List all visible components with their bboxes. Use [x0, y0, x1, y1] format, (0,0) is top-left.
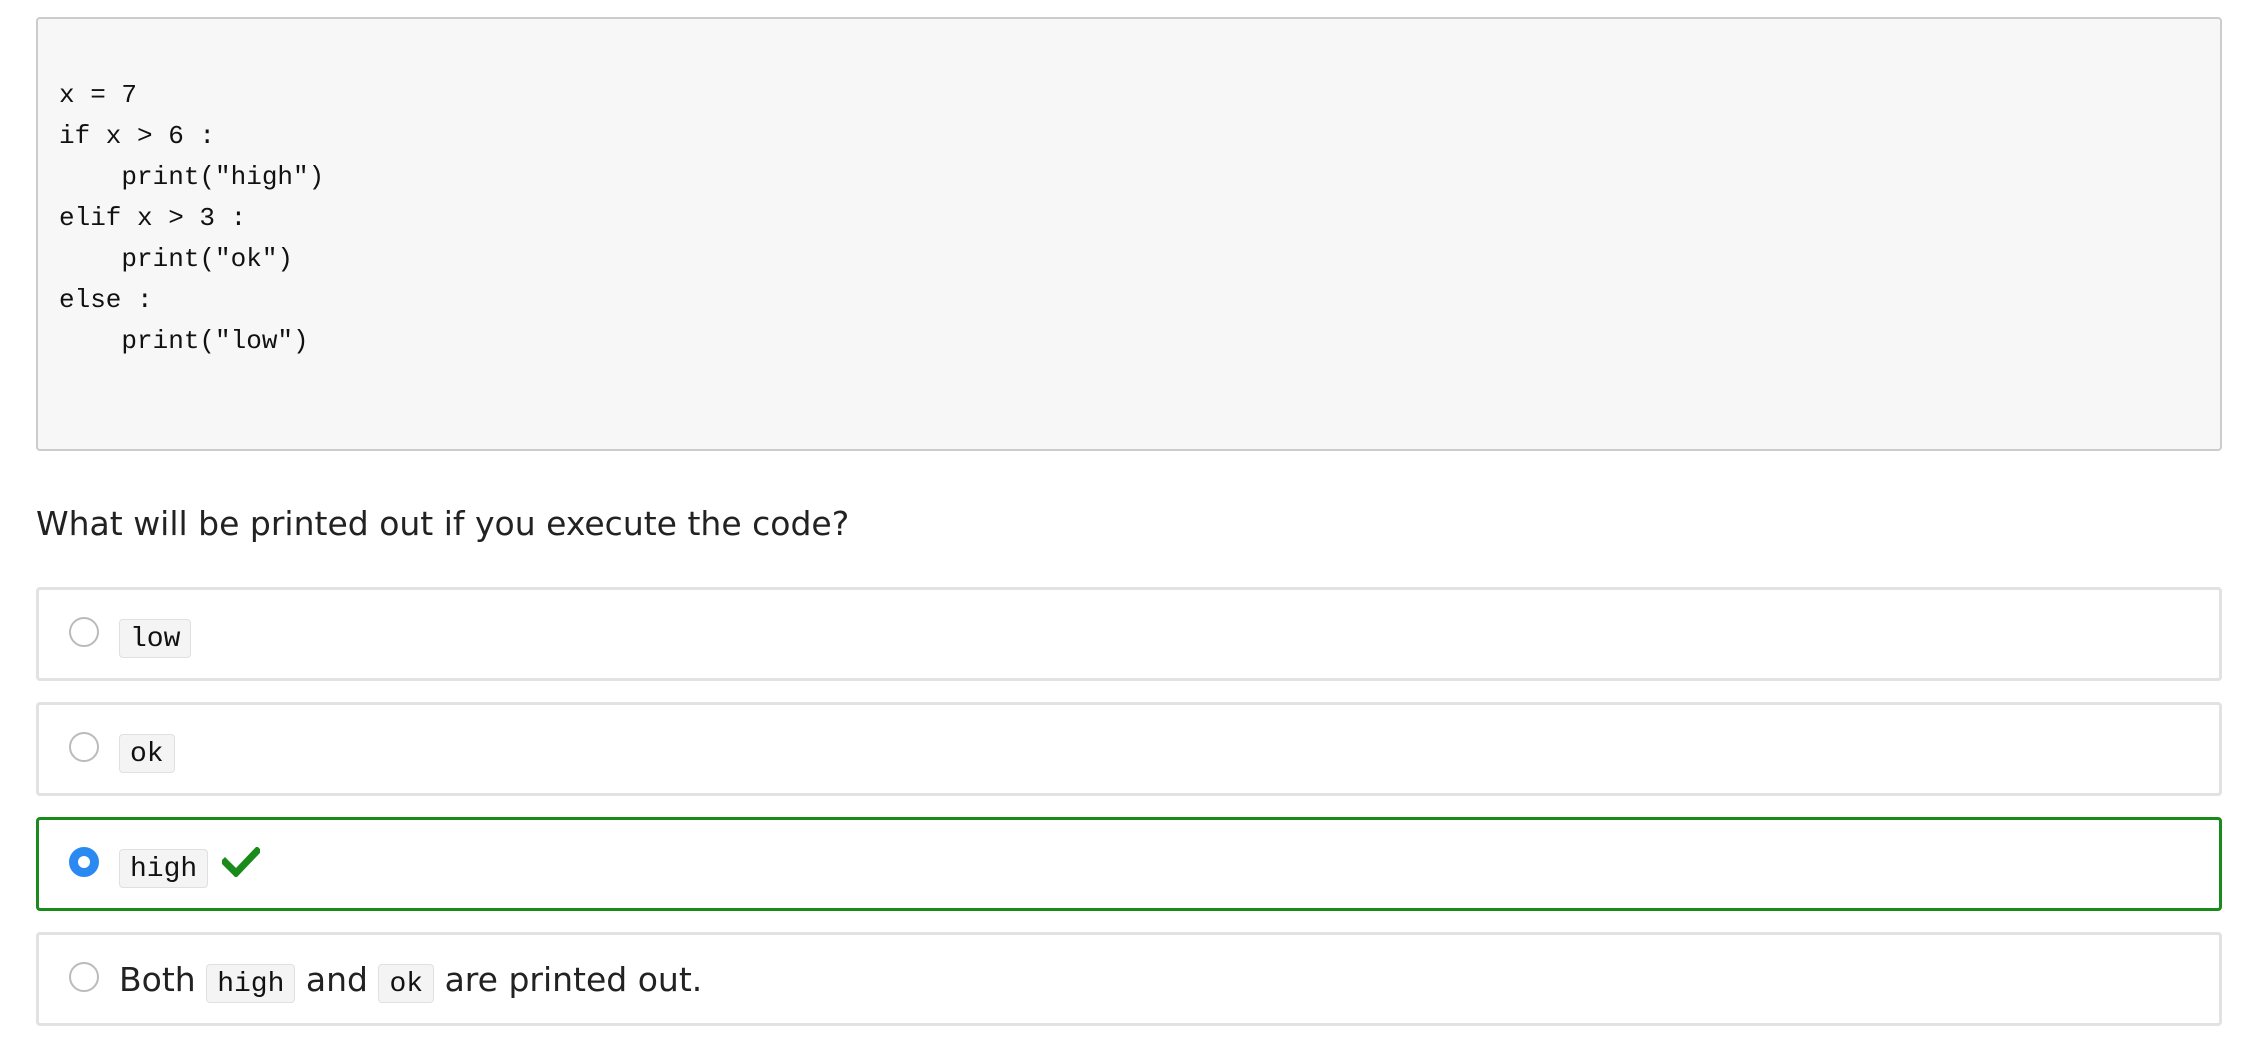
code-line: if x > 6 : — [59, 121, 216, 151]
code-block: x = 7 if x > 6 : print("high") elif x > 3 … — [36, 17, 2222, 451]
option-label: low — [119, 590, 192, 678]
radio-checked-icon[interactable] — [69, 847, 99, 877]
answer-option-high[interactable]: high — [36, 817, 2222, 911]
checkmark-icon — [222, 847, 261, 877]
option-label: ok — [119, 705, 175, 793]
option-label: Both high and ok are printed out. — [119, 935, 702, 1023]
inline-code: high — [206, 963, 296, 1003]
code-line: else : — [59, 285, 153, 315]
radio-unchecked-icon[interactable] — [69, 732, 99, 762]
inline-code: ok — [119, 733, 175, 773]
radio-unchecked-icon[interactable] — [69, 617, 99, 647]
code-line: print("high") — [59, 162, 325, 192]
option-text-middle: and — [295, 959, 379, 999]
code-line: elif x > 3 : — [59, 203, 247, 233]
radio-unchecked-icon[interactable] — [69, 962, 99, 992]
option-label: high — [119, 820, 261, 908]
answer-option-ok[interactable]: ok — [36, 702, 2222, 796]
question-text: What will be printed out if you execute … — [36, 504, 850, 543]
code-line: x = 7 — [59, 80, 138, 110]
option-text-suffix: are printed out. — [434, 959, 703, 999]
inline-code: high — [119, 848, 209, 888]
answer-option-low[interactable]: low — [36, 587, 2222, 681]
code-listing: x = 7 if x > 6 : print("high") elif x > 3 … — [59, 75, 324, 362]
code-line: print("ok") — [59, 244, 294, 274]
inline-code: low — [119, 618, 192, 658]
inline-code: ok — [378, 963, 435, 1003]
code-line: print("low") — [59, 326, 309, 356]
option-text-prefix: Both — [119, 959, 207, 999]
answer-option-both[interactable]: Both high and ok are printed out. — [36, 932, 2222, 1026]
